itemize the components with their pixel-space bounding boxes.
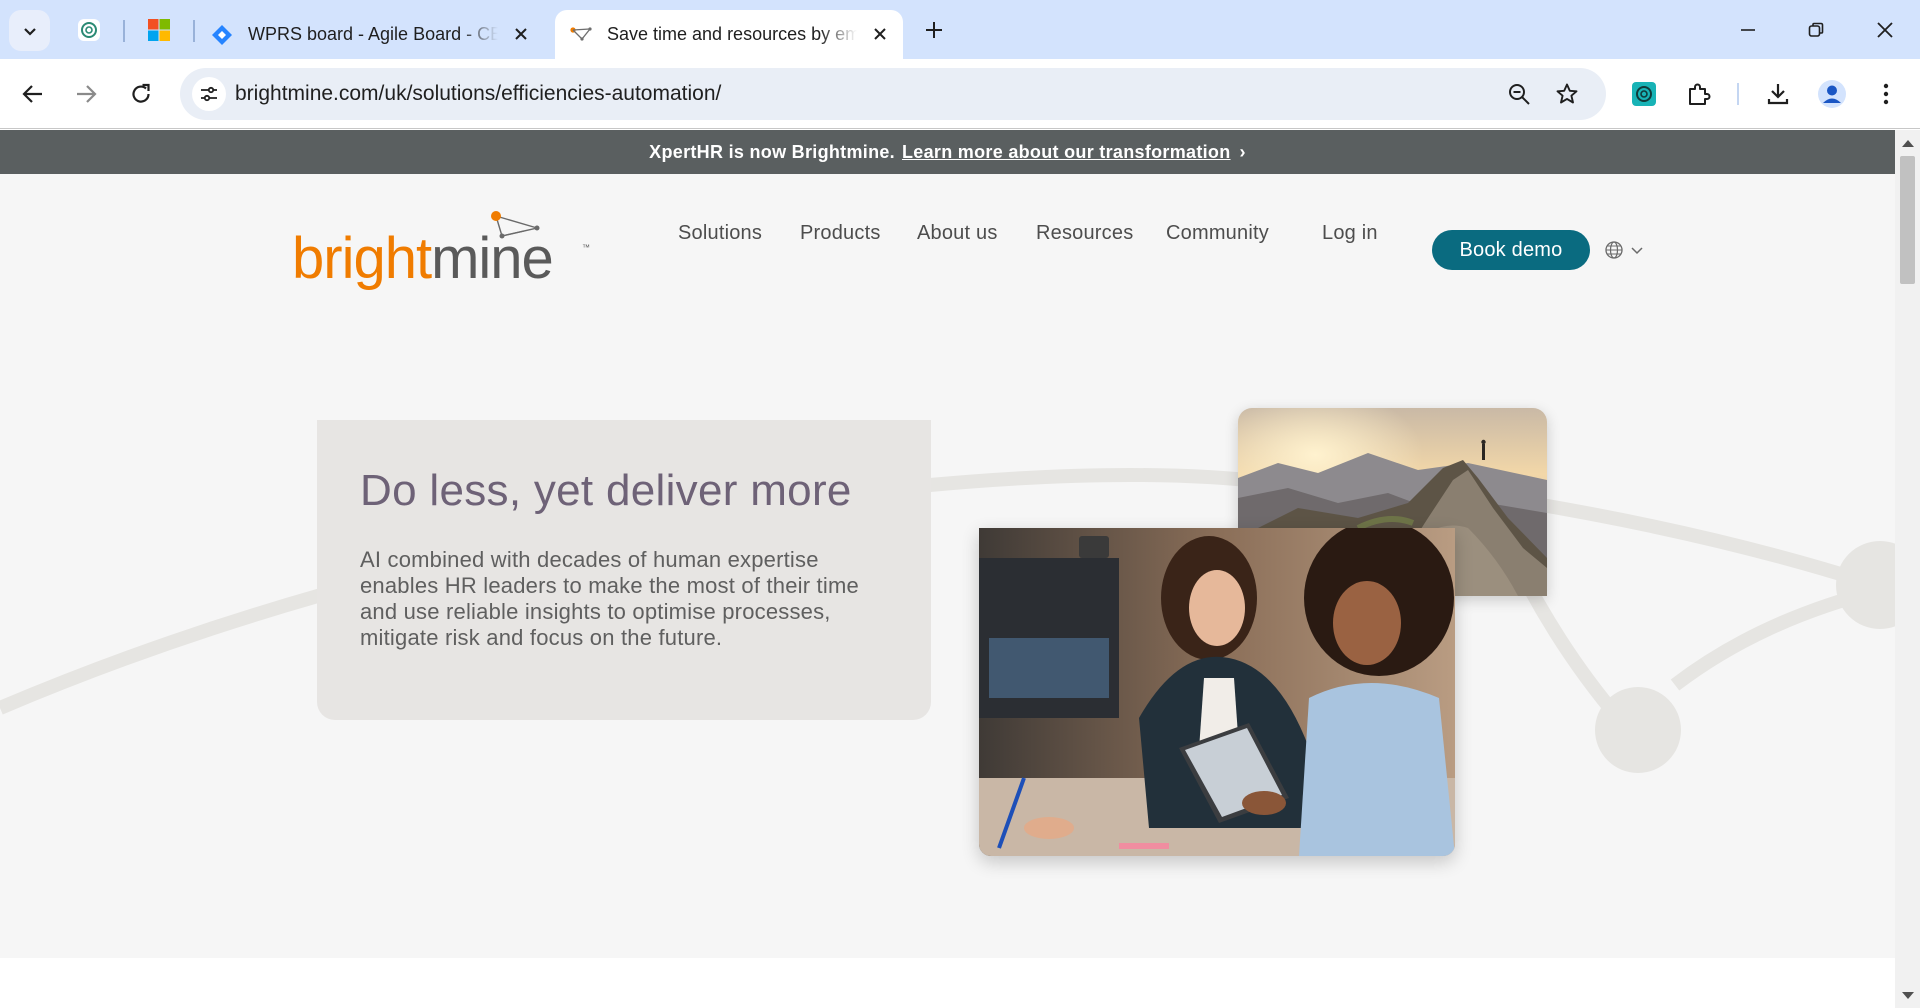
- toolbar-divider: [1737, 83, 1739, 105]
- address-bar[interactable]: brightmine.com/uk/solutions/efficiencies…: [180, 68, 1606, 120]
- two-women-tablet-photo: [979, 528, 1455, 856]
- globe-icon: [1605, 241, 1623, 259]
- scroll-up-arrow[interactable]: [1902, 140, 1914, 147]
- zoom-out-icon: [1509, 84, 1530, 105]
- site-info-button[interactable]: [192, 77, 226, 111]
- page-viewport: XpertHR is now Brightmine. Learn more ab…: [0, 130, 1895, 1008]
- brightmine-logo[interactable]: brightmine ™: [292, 206, 592, 296]
- scrollbar-thumb[interactable]: [1900, 156, 1915, 284]
- downloads-button[interactable]: [1760, 76, 1796, 112]
- browser-toolbar: brightmine.com/uk/solutions/efficiencies…: [0, 59, 1920, 129]
- profile-button[interactable]: [1814, 76, 1850, 112]
- pinned-tab-microsoft[interactable]: [143, 14, 175, 46]
- close-tab-icon[interactable]: [510, 23, 532, 45]
- download-icon: [1767, 84, 1789, 105]
- nav-item-about-us[interactable]: About us: [917, 222, 998, 245]
- arrow-right-icon: [77, 85, 97, 103]
- hero-heading: Do less, yet deliver more: [360, 466, 852, 515]
- minimize-icon: [1741, 29, 1755, 31]
- zoom-button[interactable]: [1504, 79, 1534, 109]
- new-tab-button[interactable]: [918, 14, 950, 46]
- tab-strip: WPRS board - Agile Board - CE Save time …: [0, 0, 1920, 59]
- logo-mine: mine: [431, 226, 553, 291]
- chevron-right-icon[interactable]: ›: [1240, 142, 1246, 163]
- page-scrollbar[interactable]: [1895, 130, 1920, 1008]
- announcement-banner: XpertHR is now Brightmine. Learn more ab…: [0, 130, 1895, 174]
- forward-button[interactable]: [66, 74, 106, 114]
- tab-search-button[interactable]: [9, 10, 50, 51]
- tab-brightmine[interactable]: Save time and resources by em: [555, 10, 903, 59]
- tune-icon: [201, 86, 217, 102]
- microsoft-icon: [148, 19, 170, 41]
- plus-icon: [926, 22, 942, 38]
- chevron-down-icon: [1631, 247, 1643, 255]
- next-section: [0, 958, 1895, 1008]
- language-selector[interactable]: [1604, 238, 1648, 262]
- nav-item-resources[interactable]: Resources: [1036, 222, 1133, 245]
- book-demo-button[interactable]: Book demo: [1432, 230, 1590, 270]
- extension-chatgpt-button[interactable]: [1626, 76, 1662, 112]
- arrow-left-icon: [22, 85, 42, 103]
- jira-diamond-icon: [212, 24, 232, 45]
- tab-title: Save time and resources by em: [607, 24, 857, 44]
- close-window-button[interactable]: [1862, 10, 1908, 50]
- brightmine-favicon: [570, 26, 592, 41]
- star-icon: [1556, 83, 1578, 104]
- reload-icon: [132, 83, 150, 103]
- more-vert-icon: [1883, 83, 1889, 105]
- announcement-link[interactable]: Learn more about our transformation: [902, 142, 1231, 163]
- tab-wprs-board[interactable]: WPRS board - Agile Board - CE: [196, 10, 544, 59]
- avatar-icon: [1818, 80, 1846, 108]
- bookmark-button[interactable]: [1552, 79, 1582, 109]
- login-link[interactable]: Log in: [1322, 222, 1378, 245]
- tab-title: WPRS board - Agile Board - CE: [248, 24, 498, 44]
- chatgpt-extension-icon: [1632, 82, 1656, 106]
- url-text[interactable]: brightmine.com/uk/solutions/efficiencies…: [235, 82, 721, 106]
- back-button[interactable]: [13, 74, 53, 114]
- puzzle-icon: [1689, 83, 1711, 105]
- hero-card: Do less, yet deliver more AI combined wi…: [317, 420, 931, 720]
- restore-button[interactable]: [1793, 10, 1839, 50]
- tab-separator: [193, 20, 195, 42]
- hero-body: AI combined with decades of human expert…: [360, 547, 859, 650]
- menu-button[interactable]: [1868, 76, 1904, 112]
- chevron-down-icon: [23, 27, 36, 36]
- nav-item-products[interactable]: Products: [800, 222, 881, 245]
- pinned-tab-chatgpt[interactable]: [73, 14, 105, 46]
- scroll-down-arrow[interactable]: [1902, 992, 1914, 999]
- reload-button[interactable]: [121, 74, 161, 114]
- announcement-text: XpertHR is now Brightmine.: [649, 141, 895, 162]
- restore-icon: [1808, 22, 1824, 37]
- close-tab-icon[interactable]: [869, 23, 891, 45]
- chatgpt-icon: [78, 19, 100, 41]
- svg-text:brightmine: brightmine: [292, 226, 553, 291]
- nav-item-community[interactable]: Community: [1166, 222, 1269, 245]
- nav-item-solutions[interactable]: Solutions: [678, 222, 762, 245]
- close-icon: [1877, 22, 1893, 38]
- minimize-button[interactable]: [1725, 10, 1771, 50]
- extensions-button[interactable]: [1681, 76, 1717, 112]
- logo-bright: bright: [292, 226, 432, 291]
- tab-separator: [123, 20, 125, 42]
- logo-trademark: ™: [582, 243, 590, 252]
